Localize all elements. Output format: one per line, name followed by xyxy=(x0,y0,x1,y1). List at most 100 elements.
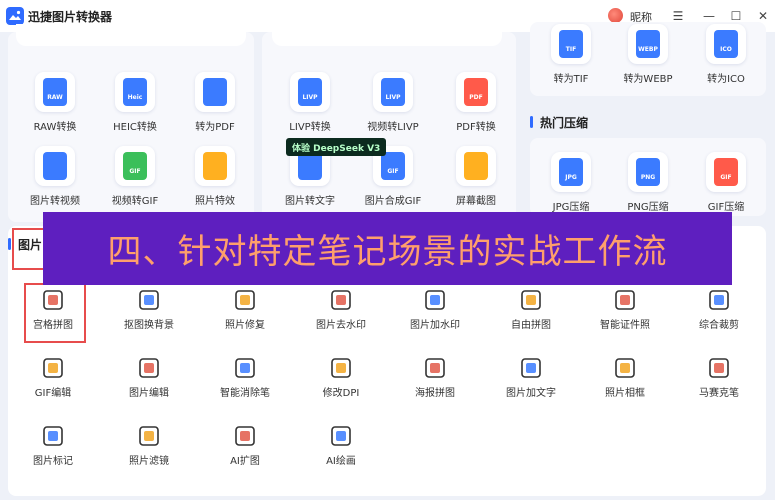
photo-frame-icon xyxy=(613,356,637,380)
edit-tool-label: 图片标记 xyxy=(33,456,73,467)
section-title-highlight xyxy=(12,228,46,270)
edit-tool-crop[interactable]: 综合裁剪 xyxy=(674,288,764,331)
tool-ico[interactable]: ICO 转为ICO xyxy=(686,24,766,85)
edit-tool-label: 图片加文字 xyxy=(506,388,556,399)
edit-tool-add-watermark[interactable]: 图片加水印 xyxy=(390,288,480,331)
edit-tool-ai-expand[interactable]: AI扩图 xyxy=(200,424,290,467)
ico-icon: ICO xyxy=(706,24,746,64)
webp-icon: WEBP xyxy=(628,24,668,64)
tool-label: RAW转换 xyxy=(33,122,77,133)
tool-label: 转为WEBP xyxy=(623,74,673,85)
edit-tool-image-mark[interactable]: 图片标记 xyxy=(8,424,98,467)
tool-label: JPG压缩 xyxy=(552,202,590,213)
image-mark-icon xyxy=(41,424,65,448)
tool-tif[interactable]: TIF 转为TIF xyxy=(531,24,611,85)
tool-video-to-livp[interactable]: LIVP 视频转LIVP xyxy=(353,72,433,133)
edit-tool-label: 修改DPI xyxy=(322,388,360,399)
tool-label: HEIC转换 xyxy=(113,122,157,133)
tool-label: 照片特效 xyxy=(195,196,235,207)
edit-tool-label: AI扩图 xyxy=(230,456,260,467)
edit-tool-dpi[interactable]: 修改DPI xyxy=(296,356,386,399)
add-text-icon xyxy=(519,356,543,380)
tool-image-to-video[interactable]: 图片转视频 xyxy=(15,146,95,207)
edit-tool-eraser-pen[interactable]: 智能消除笔 xyxy=(200,356,290,399)
edit-tool-label: 海报拼图 xyxy=(415,388,455,399)
gif-compress-icon: GIF xyxy=(706,152,746,192)
edit-tool-label: 照片修复 xyxy=(225,320,265,331)
edit-tool-cutout-background[interactable]: 抠图换背景 xyxy=(104,288,194,331)
compress-section-title: 热门压缩 xyxy=(540,116,589,130)
edit-tool-photo-filter[interactable]: 照片滤镜 xyxy=(104,424,194,467)
edit-tool-label: AI绘画 xyxy=(326,456,356,467)
tool-screenshot[interactable]: 屏幕截图 xyxy=(436,146,516,207)
tif-icon: TIF xyxy=(551,24,591,64)
png-compress-icon: PNG xyxy=(628,152,668,192)
edit-tool-label: 智能消除笔 xyxy=(220,388,270,399)
edit-tool-photo-repair[interactable]: 照片修复 xyxy=(200,288,290,331)
tool-photo-effect[interactable]: 照片特效 xyxy=(175,146,255,207)
image-to-video-icon xyxy=(35,146,75,186)
tool-label: PDF转换 xyxy=(456,122,496,133)
edit-tool-label: 照片相框 xyxy=(605,388,645,399)
id-photo-icon xyxy=(613,288,637,312)
tool-label: LIVP转换 xyxy=(289,122,331,133)
edit-tool-remove-watermark[interactable]: 图片去水印 xyxy=(296,288,386,331)
edit-tool-mosaic-pen[interactable]: 马赛克笔 xyxy=(674,356,764,399)
edit-tool-label: GIF编辑 xyxy=(34,388,72,399)
tool-png-compress[interactable]: PNG PNG压缩 xyxy=(608,152,688,213)
grid-collage-highlight xyxy=(24,283,86,343)
edit-tool-id-photo[interactable]: 智能证件照 xyxy=(580,288,670,331)
edit-tool-label: 综合裁剪 xyxy=(699,320,739,331)
tool-webp[interactable]: WEBP 转为WEBP xyxy=(608,24,688,85)
photo-effect-icon xyxy=(195,146,235,186)
tool-label: 屏幕截图 xyxy=(456,196,496,207)
tool-jpg-compress[interactable]: JPG JPG压缩 xyxy=(531,152,611,213)
raw-icon: RAW xyxy=(35,72,75,112)
tool-pdf[interactable]: PDF PDF转换 xyxy=(436,72,516,133)
edit-tool-label: 抠图换背景 xyxy=(124,320,174,331)
tool-pdf-convert[interactable]: 转为PDF xyxy=(175,72,255,133)
left-banner-card[interactable] xyxy=(16,24,246,46)
edit-tool-label: 自由拼图 xyxy=(511,320,551,331)
middle-banner-card[interactable] xyxy=(272,24,502,46)
edit-tool-ai-paint[interactable]: AI绘画 xyxy=(296,424,386,467)
tool-heic[interactable]: Heic HEIC转换 xyxy=(95,72,175,133)
pdf-icon: PDF xyxy=(456,72,496,112)
edit-tool-image-edit[interactable]: 图片编辑 xyxy=(104,356,194,399)
edit-tool-gif-edit[interactable]: GIF编辑 xyxy=(8,356,98,399)
free-collage-icon xyxy=(519,288,543,312)
app-logo-icon xyxy=(6,7,24,25)
edit-section-marker xyxy=(8,238,11,250)
tool-label: 图片转文字 xyxy=(285,196,335,207)
edit-tool-photo-frame[interactable]: 照片相框 xyxy=(580,356,670,399)
tool-label: 转为ICO xyxy=(707,74,745,85)
tool-label: 图片合成GIF xyxy=(364,196,422,207)
edit-tool-poster-collage[interactable]: 海报拼图 xyxy=(390,356,480,399)
dpi-icon xyxy=(329,356,353,380)
tool-video-to-gif[interactable]: GIF 视频转GIF xyxy=(95,146,175,207)
tool-gif-compress[interactable]: GIF GIF压缩 xyxy=(686,152,766,213)
edit-tool-free-collage[interactable]: 自由拼图 xyxy=(486,288,576,331)
deepseek-badge[interactable]: 体验 DeepSeek V3 xyxy=(286,138,387,156)
gif-edit-icon xyxy=(41,356,65,380)
crop-icon xyxy=(707,288,731,312)
compress-section-marker xyxy=(530,116,533,128)
tool-livp[interactable]: LIVP LIVP转换 xyxy=(270,72,350,133)
edit-tool-label: 智能证件照 xyxy=(600,320,650,331)
mosaic-pen-icon xyxy=(707,356,731,380)
eraser-pen-icon xyxy=(233,356,257,380)
heic-icon: Heic xyxy=(115,72,155,112)
livp-icon: LIVP xyxy=(290,72,330,112)
pdf-convert-icon xyxy=(195,72,235,112)
ai-expand-icon xyxy=(233,424,257,448)
tool-label: 图片转视频 xyxy=(30,196,80,207)
screenshot-icon xyxy=(456,146,496,186)
edit-tool-add-text[interactable]: 图片加文字 xyxy=(486,356,576,399)
image-edit-icon xyxy=(137,356,161,380)
edit-tool-label: 图片编辑 xyxy=(129,388,169,399)
add-watermark-icon xyxy=(423,288,447,312)
tool-label: 视频转GIF xyxy=(111,196,159,207)
tool-raw[interactable]: RAW RAW转换 xyxy=(15,72,95,133)
cutout-background-icon xyxy=(137,288,161,312)
avatar[interactable] xyxy=(608,8,623,23)
